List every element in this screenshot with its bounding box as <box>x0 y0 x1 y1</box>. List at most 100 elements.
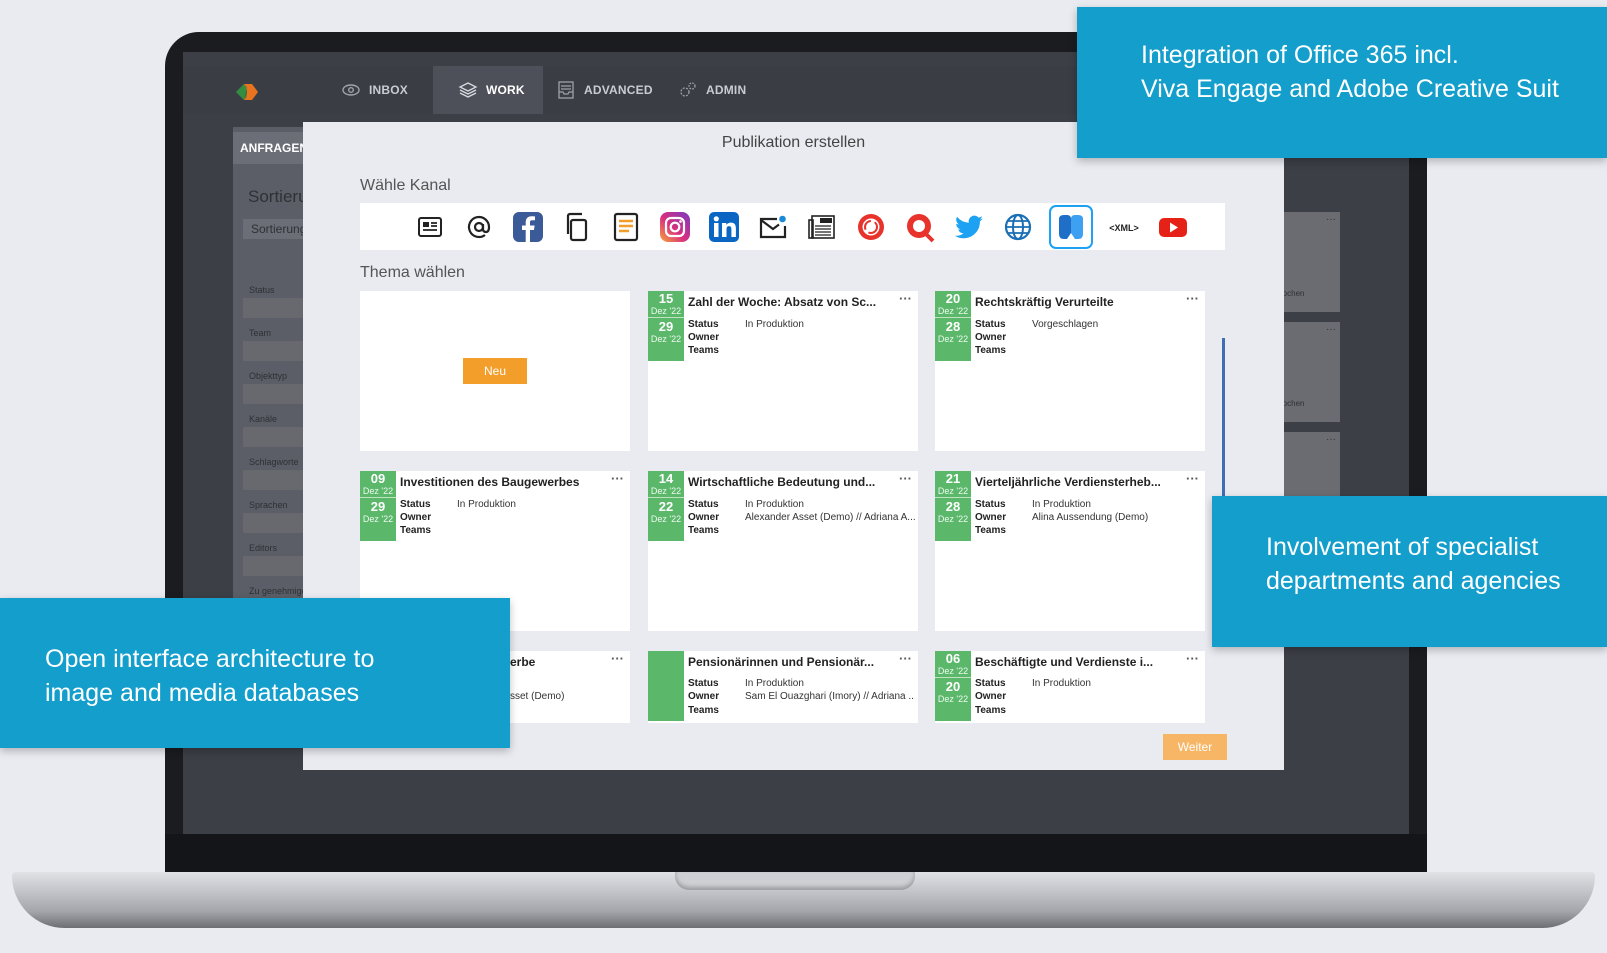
owner-label: Owner <box>688 512 720 523</box>
channel-facebook[interactable] <box>510 209 546 245</box>
topic-card[interactable]: Pensionärinnen und Pensionär... ··· Stat… <box>648 651 918 723</box>
channel-label: Wähle Kanal <box>360 177 451 194</box>
channel-youtube[interactable] <box>1155 209 1191 245</box>
nav-work[interactable]: WORK <box>433 66 543 114</box>
channel-mail-notification[interactable] <box>755 209 791 245</box>
channel-linkedin[interactable] <box>706 209 742 245</box>
channel-xml[interactable]: <XML> <box>1106 209 1142 245</box>
start-day: 15 <box>658 291 674 306</box>
nav-admin[interactable]: ADMIN <box>678 66 758 114</box>
end-day: 28 <box>945 499 961 514</box>
more-icon: ··· <box>1326 434 1336 445</box>
teams-label: Teams <box>975 705 1006 716</box>
filter-label: Schlagworte <box>249 457 299 467</box>
channel-twitter[interactable] <box>951 209 987 245</box>
status-label: Status <box>688 319 719 330</box>
more-icon[interactable]: ··· <box>1186 471 1199 486</box>
channel-viva-engage[interactable] <box>1049 204 1093 249</box>
card-title: Beschäftigte und Verdienste i... <box>975 655 1154 669</box>
filter-label: Editors <box>249 543 278 553</box>
gears-icon <box>680 82 696 97</box>
owner-value: Alexander Asset (Demo) // Adriana A... <box>745 512 915 523</box>
nav-admin-label: ADMIN <box>706 83 747 97</box>
xml-icon: <XML> <box>1109 223 1139 233</box>
more-icon[interactable]: ··· <box>1186 291 1199 306</box>
more-icon[interactable]: ··· <box>611 651 624 666</box>
nav-inbox[interactable]: INBOX <box>341 66 421 114</box>
linkedin-icon <box>709 211 739 242</box>
background-card: ··· rochen <box>1278 322 1340 422</box>
status-label: Status <box>400 499 431 510</box>
start-month: Dez '22 <box>650 306 682 316</box>
background-card: ··· rochen <box>1278 212 1340 312</box>
owner-label: Owner <box>688 691 720 702</box>
theme-label: Thema wählen <box>360 264 465 281</box>
more-icon[interactable]: ··· <box>899 651 912 666</box>
new-topic-button[interactable]: Neu <box>463 358 527 384</box>
end-month: Dez '22 <box>937 514 969 524</box>
sidebar-heading: Sortieru <box>248 187 308 206</box>
topic-card[interactable]: 20 Dez '22 28 Dez '22 Rechtskräftig Veru… <box>935 291 1205 451</box>
end-month: Dez '22 <box>650 514 682 524</box>
press-icon <box>808 214 835 239</box>
channel-document[interactable] <box>608 209 644 245</box>
callout-line: departments and agencies <box>1266 567 1561 595</box>
status-label: Status <box>688 499 719 510</box>
channel-email[interactable] <box>461 209 497 245</box>
channel-copy[interactable] <box>559 209 595 245</box>
callout-line: Involvement of specialist <box>1266 533 1539 561</box>
next-button[interactable]: Weiter <box>1163 734 1227 760</box>
filter-label: Kanäle <box>249 414 278 424</box>
start-day: 14 <box>658 471 674 486</box>
nav-inbox-label: INBOX <box>369 83 409 97</box>
status-label: Status <box>975 319 1006 330</box>
status-value: In Produktion <box>745 319 804 330</box>
start-day: 20 <box>945 291 961 306</box>
viva-engage-icon <box>1059 214 1083 239</box>
end-month: Dez '22 <box>937 334 969 344</box>
eye-icon <box>342 84 360 96</box>
topic-card[interactable]: 06 Dez '22 20 Dez '22 Beschäftigte und V… <box>935 651 1205 723</box>
end-month: Dez '22 <box>937 694 969 704</box>
start-month: Dez '22 <box>362 486 394 496</box>
topic-card[interactable]: 15 Dez '22 29 Dez '22 Zahl der Woche: Ab… <box>648 291 918 451</box>
more-icon[interactable]: ··· <box>899 291 912 306</box>
callout-office-integration: Integration of Office 365 incl. Viva Eng… <box>1077 7 1607 158</box>
channel-web[interactable] <box>1000 209 1036 245</box>
filter-label: Zu genehmige <box>249 586 307 596</box>
topic-card[interactable]: 21 Dez '22 28 Dez '22 Vierteljährliche V… <box>935 471 1205 631</box>
more-icon[interactable]: ··· <box>611 471 624 486</box>
email-at-icon <box>467 215 491 238</box>
status-label: Status <box>975 678 1006 689</box>
owner-value: Alina Aussendung (Demo) <box>1032 512 1149 523</box>
scrollbar-thumb[interactable] <box>1222 338 1225 508</box>
start-day: 21 <box>945 471 961 486</box>
more-icon[interactable]: ··· <box>1186 651 1199 666</box>
channel-newsletter[interactable] <box>412 209 448 245</box>
status-label: Status <box>688 678 719 689</box>
more-icon[interactable]: ··· <box>899 471 912 486</box>
date-range: 15 Dez '22 29 Dez '22 <box>648 291 684 361</box>
facebook-icon <box>513 211 543 242</box>
filter-label: Sprachen <box>249 500 288 510</box>
globe-icon <box>1004 213 1032 240</box>
nav-advanced[interactable]: ADVANCED <box>556 66 656 114</box>
channel-instagram[interactable] <box>657 209 693 245</box>
end-day: 29 <box>370 499 386 514</box>
filter-label: Team <box>249 328 272 338</box>
date-range <box>648 651 684 721</box>
mail-notification-icon <box>759 215 787 238</box>
channel-red-circle[interactable] <box>853 209 889 245</box>
teams-label: Teams <box>975 525 1006 536</box>
channel-press[interactable] <box>804 209 840 245</box>
channel-red-pin[interactable] <box>902 209 938 245</box>
card-title: Rechtskräftig Verurteilte <box>975 295 1114 309</box>
end-day: 28 <box>945 319 961 334</box>
status-value: In Produktion <box>745 678 804 689</box>
topic-card[interactable]: 14 Dez '22 22 Dez '22 Wirtschaftliche Be… <box>648 471 918 631</box>
inbox-tray-icon <box>558 81 574 99</box>
callout-departments: Involvement of specialist departments an… <box>1212 496 1607 647</box>
end-day: 20 <box>945 679 961 694</box>
callout-open-interface: Open interface architecture to image and… <box>0 598 510 748</box>
layers-icon <box>458 82 478 98</box>
